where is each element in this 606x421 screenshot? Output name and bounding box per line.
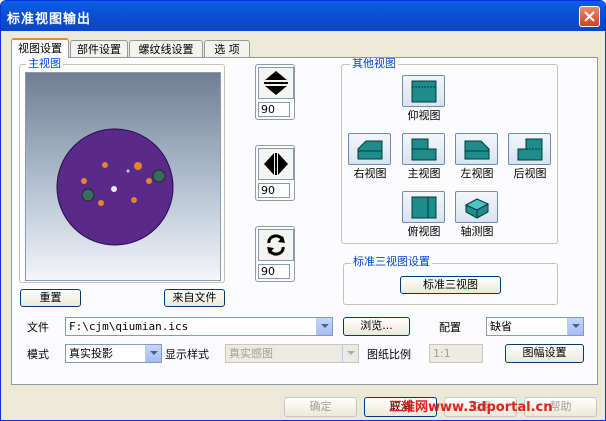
mode-label: 模式: [27, 348, 49, 361]
chevron-down-icon[interactable]: [316, 318, 332, 335]
mode-combobox[interactable]: 真实投影: [65, 344, 162, 363]
left-view-button[interactable]: [455, 133, 498, 165]
chevron-down-icon[interactable]: [567, 318, 583, 335]
frame-settings-button[interactable]: 图幅设置: [505, 344, 584, 363]
tab-options[interactable]: 选 项: [204, 40, 250, 57]
tab-thread-settings[interactable]: 螺纹线设置: [129, 40, 203, 57]
ok-button[interactable]: 确定: [284, 397, 357, 417]
tab-part-settings[interactable]: 部件设置: [70, 40, 128, 57]
browse-button[interactable]: 浏览...: [343, 317, 410, 336]
scale-label: 图纸比例: [367, 348, 411, 361]
standard-three-view-label: 标准三视图设置: [351, 255, 432, 268]
flip-horizontal-icon: [264, 153, 288, 175]
right-view-button[interactable]: [348, 133, 391, 165]
close-icon: [584, 11, 595, 22]
bottom-view-icon: [411, 80, 437, 103]
flip-vertical-icon: [264, 71, 288, 95]
left-view-icon: [464, 140, 490, 160]
file-path-value: F:\cjm\qiumian.ics: [69, 320, 189, 333]
from-file-button[interactable]: 来自文件: [164, 289, 225, 307]
file-label: 文件: [27, 321, 49, 334]
front-view-label: 主视图: [407, 167, 441, 180]
site-watermark: 三维网www.3dportal.cn: [389, 400, 553, 415]
config-value: 缺省: [490, 320, 512, 333]
reset-button[interactable]: 重置: [20, 289, 81, 307]
tab-label: 螺纹线设置: [138, 43, 194, 56]
bottom-view-button[interactable]: [402, 75, 445, 107]
horizontal-control: 90: [255, 145, 295, 201]
main-view-label: 主视图: [26, 57, 63, 70]
main-view-preview[interactable]: [25, 72, 221, 281]
axonometric-view-label: 轴测图: [460, 225, 494, 238]
display-style-label: 显示样式: [165, 348, 209, 361]
standard-three-view-button[interactable]: 标准三视图: [400, 276, 501, 294]
other-views-label: 其他视图: [350, 57, 398, 70]
left-view-label: 左视图: [460, 167, 494, 180]
axonometric-view-button[interactable]: [455, 191, 498, 223]
front-view-icon: [411, 138, 437, 161]
close-button[interactable]: [579, 6, 600, 27]
tab-panel: 主视图 重置 来自文件 90 90 90 其他视图 仰视图 右视图 主视图 左视…: [11, 57, 598, 385]
rotate-icon: [267, 234, 285, 256]
top-view-label: 俯视图: [407, 225, 441, 238]
right-view-icon: [357, 140, 383, 160]
top-view-icon: [411, 196, 437, 219]
chevron-down-icon[interactable]: [145, 345, 161, 362]
flip-horizontal-button[interactable]: [258, 148, 294, 180]
config-combobox[interactable]: 缺省: [486, 317, 584, 336]
part-preview-image: [56, 128, 174, 246]
axonometric-view-icon: [464, 198, 490, 219]
dialog-window: 标准视图输出 视图设置 部件设置 螺纹线设置 选 项 主视图 重置 来自文件 9…: [0, 0, 606, 421]
horizontal-angle-input[interactable]: 90: [258, 183, 290, 198]
top-view-button[interactable]: [402, 191, 445, 223]
tab-label: 选 项: [214, 43, 240, 56]
back-view-button[interactable]: [508, 133, 551, 165]
right-view-label: 右视图: [353, 167, 387, 180]
tab-label: 部件设置: [77, 43, 121, 56]
flip-control: 90: [255, 64, 295, 120]
rotate-angle-input[interactable]: 90: [258, 264, 290, 279]
rotate-control: 90: [255, 226, 295, 282]
file-path-combobox[interactable]: F:\cjm\qiumian.ics: [65, 317, 333, 336]
back-view-icon: [517, 138, 543, 161]
display-style-value: 真实感图: [229, 347, 273, 360]
flip-button[interactable]: [258, 67, 294, 99]
tab-view-settings[interactable]: 视图设置: [11, 38, 69, 58]
chevron-down-icon[interactable]: [342, 345, 358, 362]
flip-angle-input[interactable]: 90: [258, 102, 290, 117]
front-view-button[interactable]: [402, 133, 445, 165]
config-label: 配置: [439, 321, 461, 334]
bottom-view-label: 仰视图: [407, 109, 441, 122]
mode-value: 真实投影: [69, 347, 113, 360]
display-style-combobox[interactable]: 真实感图: [225, 344, 359, 363]
window-title: 标准视图输出: [7, 12, 92, 27]
tab-label: 视图设置: [18, 42, 62, 55]
scale-input[interactable]: 1:1: [429, 344, 483, 363]
back-view-label: 后视图: [513, 167, 547, 180]
title-bar: 标准视图输出: [1, 1, 605, 31]
rotate-button[interactable]: [258, 229, 294, 261]
